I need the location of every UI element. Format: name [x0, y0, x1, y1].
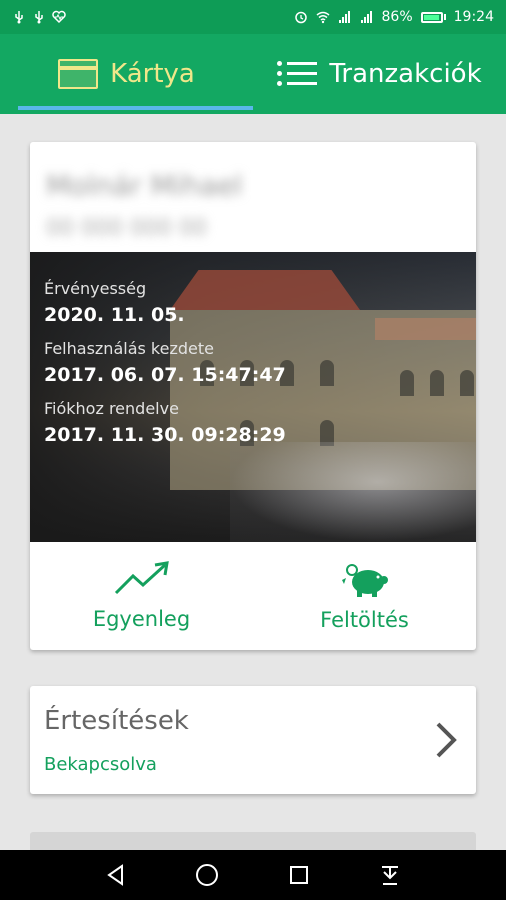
tab-transactions[interactable]: Tranzakciók	[253, 34, 506, 114]
usage-start-label: Felhasználás kezdete	[44, 339, 214, 358]
back-button[interactable]	[101, 860, 131, 890]
balance-label: Egyenleg	[92, 607, 191, 631]
top-up-label: Feltöltés	[320, 608, 409, 632]
card-actions: Egyenleg Feltöltés	[30, 542, 476, 650]
card-panel: Molnár Mihael 00 000 000 00 Érvényesség …	[30, 142, 476, 650]
recents-button[interactable]	[284, 860, 314, 890]
navigation-bar	[0, 850, 506, 900]
battery-percent: 86%	[381, 9, 413, 25]
clock: 19:24	[453, 9, 494, 25]
notification-shade-button[interactable]	[375, 860, 405, 890]
validity-value: 2020. 11. 05.	[44, 304, 185, 326]
card-details: Érvényesség 2020. 11. 05. Felhasználás k…	[44, 278, 286, 458]
piggy-bank-icon	[341, 564, 388, 597]
top-up-button[interactable]: Feltöltés	[253, 542, 476, 650]
card-number: 00 000 000 00	[46, 216, 207, 241]
app-header: Kártya Tranzakciók	[0, 34, 506, 114]
tab-card-label: Kártya	[110, 59, 195, 89]
usage-start-value: 2017. 06. 07. 15:47:47	[44, 364, 286, 386]
alarm-icon	[294, 11, 307, 24]
card-owner: Molnár Mihael 00 000 000 00	[30, 142, 476, 252]
owner-name: Molnár Mihael	[46, 169, 243, 202]
pull-down-icon	[382, 866, 399, 885]
notifications-title: Értesítések	[44, 706, 189, 736]
home-icon	[196, 864, 219, 886]
signal-icon	[338, 11, 350, 23]
chevron-right-icon	[436, 722, 457, 758]
notifications-status: Bekapcsolva	[44, 754, 157, 775]
assigned-label: Fiókhoz rendelve	[44, 399, 179, 418]
usb-icon	[15, 11, 23, 24]
status-bar: 86% 19:24	[0, 0, 506, 34]
balance-button[interactable]: Egyenleg	[30, 542, 253, 650]
card-icon	[58, 59, 99, 89]
back-icon	[106, 864, 123, 886]
list-icon	[277, 59, 318, 89]
battery-icon	[420, 11, 446, 23]
recents-icon	[289, 866, 308, 884]
tab-card[interactable]: Kártya	[0, 34, 253, 114]
usb-icon	[35, 11, 43, 24]
tab-transactions-label: Tranzakciók	[329, 59, 482, 89]
trend-up-icon	[114, 561, 169, 595]
validity-label: Érvényesség	[44, 279, 147, 298]
wifi-icon	[316, 11, 329, 24]
heart-rate-icon	[52, 10, 66, 24]
assigned-value: 2017. 11. 30. 09:28:29	[44, 424, 286, 446]
notifications-row[interactable]: Értesítések Bekapcsolva	[30, 686, 476, 794]
tab-bar: Kártya Tranzakciók	[0, 34, 506, 114]
home-button[interactable]	[192, 860, 222, 890]
signal-icon	[360, 11, 372, 23]
card-photo: Érvényesség 2020. 11. 05. Felhasználás k…	[30, 252, 476, 542]
